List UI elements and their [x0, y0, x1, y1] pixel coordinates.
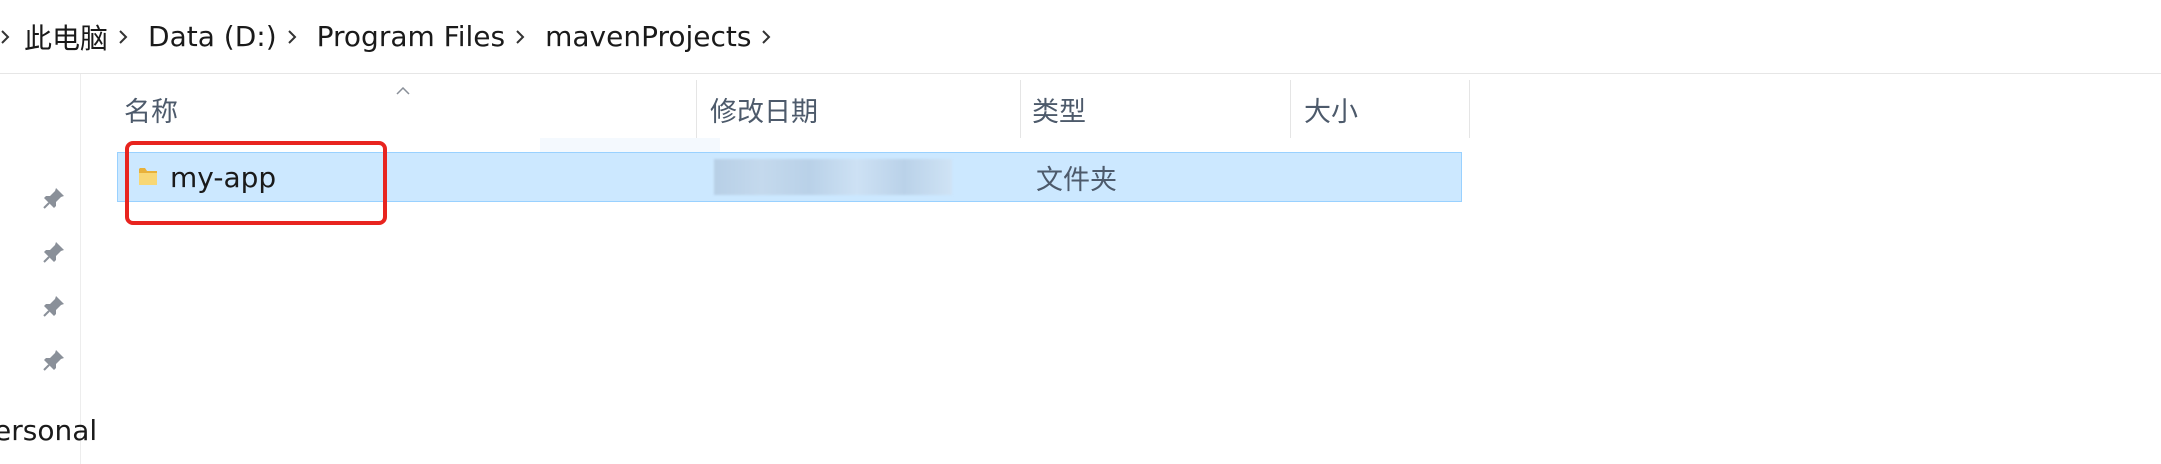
breadcrumb-item-this-pc[interactable]: 此电脑 [24, 17, 108, 57]
chevron-right-icon[interactable] [287, 29, 301, 44]
file-type: 文件夹 [1036, 164, 1117, 196]
column-divider[interactable] [1290, 80, 1291, 138]
chevron-right-icon[interactable] [761, 29, 775, 44]
breadcrumb-item-program-files[interactable]: Program Files [317, 20, 505, 53]
chevron-right-icon[interactable] [118, 29, 132, 44]
column-divider[interactable] [696, 80, 697, 138]
column-divider[interactable] [1020, 80, 1021, 138]
highlight-annotation [125, 141, 387, 225]
pin-icon[interactable] [42, 348, 66, 372]
pin-icon[interactable] [42, 240, 66, 264]
pin-icon[interactable] [42, 294, 66, 318]
date-modified-redacted [714, 159, 952, 195]
breadcrumb-item-drive[interactable]: Data (D:) [148, 20, 277, 53]
chevron-right-icon[interactable] [0, 29, 14, 44]
column-header-type[interactable]: 类型 [1032, 80, 1086, 138]
breadcrumb-item-maven-projects[interactable]: mavenProjects [545, 20, 751, 53]
column-header-name[interactable]: 名称 [124, 80, 178, 138]
nav-item-personal-label[interactable]: ersonal [0, 414, 97, 447]
breadcrumb: 此电脑 Data (D:) Program Files mavenProject… [0, 0, 791, 73]
address-bar[interactable]: 此电脑 Data (D:) Program Files mavenProject… [0, 0, 2161, 74]
file-explorer: 此电脑 Data (D:) Program Files mavenProject… [0, 0, 2161, 464]
column-headers: 名称 修改日期 类型 大小 [114, 80, 1474, 138]
chevron-right-icon[interactable] [515, 29, 529, 44]
navigation-pane: ersonal [0, 74, 97, 464]
column-header-size[interactable]: 大小 [1304, 80, 1358, 138]
column-header-date-modified[interactable]: 修改日期 [710, 80, 818, 138]
pin-icon[interactable] [42, 186, 66, 210]
column-divider[interactable] [1469, 80, 1470, 138]
redacted-region [540, 138, 720, 152]
